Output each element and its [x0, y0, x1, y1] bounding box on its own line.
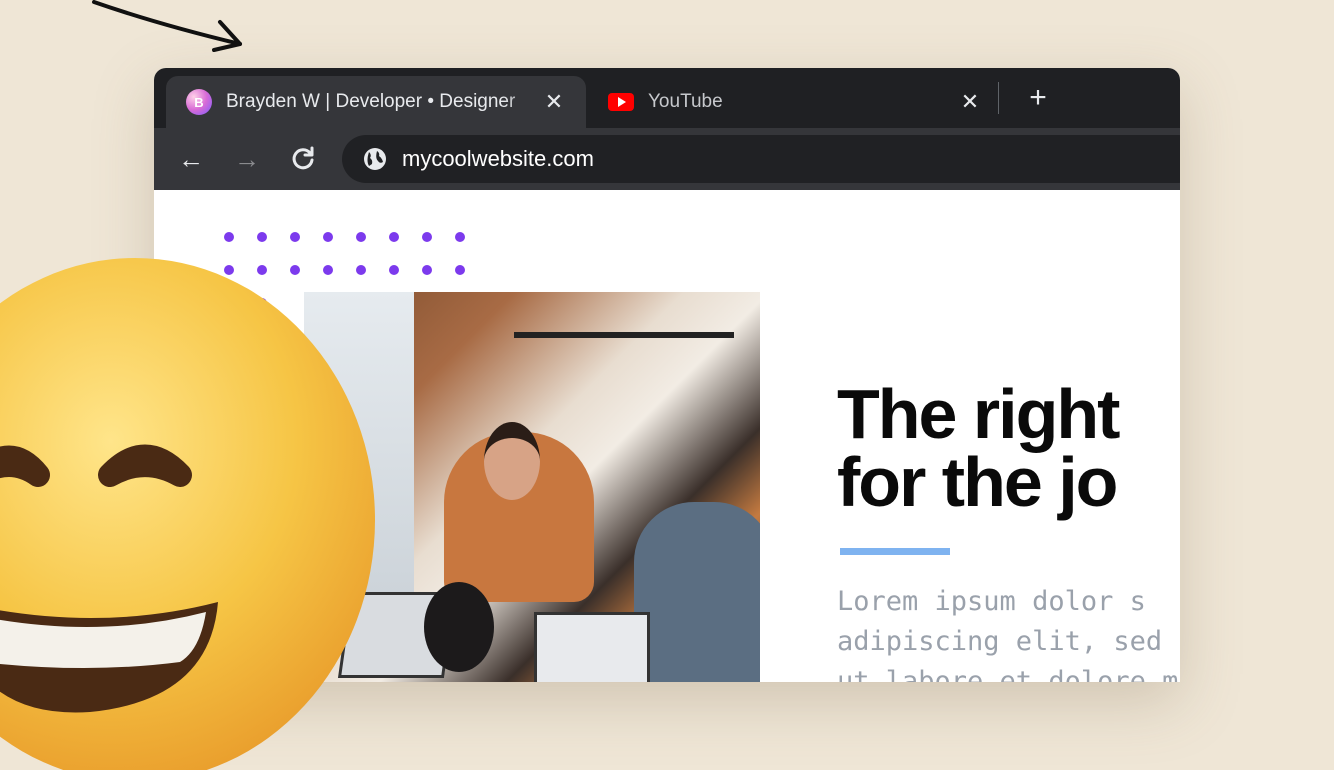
close-tab-icon[interactable]: ✕ [958, 89, 982, 115]
reload-icon [292, 146, 314, 170]
hero-title-line-1: The right [837, 375, 1120, 453]
globe-icon [364, 148, 386, 170]
tab-portfolio[interactable]: B Brayden W | Developer • Designer ✕ [166, 76, 586, 128]
tab-bar: B Brayden W | Developer • Designer ✕ You… [154, 68, 1180, 128]
decor-dot [422, 265, 432, 275]
reload-button[interactable] [288, 144, 318, 174]
arrow-decoration [92, 0, 242, 52]
site-favicon: B [186, 89, 212, 115]
hero-body-text: Lorem ipsum dolor s adipiscing elit, sed… [837, 586, 1180, 682]
decor-dot [455, 232, 465, 242]
back-button[interactable]: ← [176, 144, 206, 174]
decor-dot [389, 265, 399, 275]
youtube-icon [608, 93, 634, 111]
accent-divider [840, 548, 950, 555]
hero-title-line-2: for the jo [837, 443, 1118, 521]
close-tab-icon[interactable]: ✕ [542, 89, 566, 115]
decor-dot [455, 265, 465, 275]
new-tab-button[interactable]: + [1022, 80, 1054, 116]
hero-title: The right for the jo [837, 375, 1120, 521]
address-bar[interactable]: mycoolwebsite.com [342, 135, 1180, 183]
decor-dot [257, 232, 267, 242]
tab-title: YouTube [648, 91, 723, 112]
decor-dot [323, 232, 333, 242]
tab-youtube[interactable]: YouTube ✕ [602, 76, 1002, 128]
grinning-emoji-icon [0, 258, 375, 770]
forward-button[interactable]: → [232, 144, 262, 174]
url-text: mycoolwebsite.com [402, 146, 594, 171]
decor-dot [290, 232, 300, 242]
decor-dot [224, 232, 234, 242]
tab-title: Brayden W | Developer • Designer [226, 91, 516, 112]
tab-divider [998, 82, 999, 114]
decor-dot [356, 232, 366, 242]
navigation-toolbar: ← → mycoolwebsite.com [154, 128, 1180, 190]
decor-dot [422, 232, 432, 242]
decor-dot [389, 232, 399, 242]
